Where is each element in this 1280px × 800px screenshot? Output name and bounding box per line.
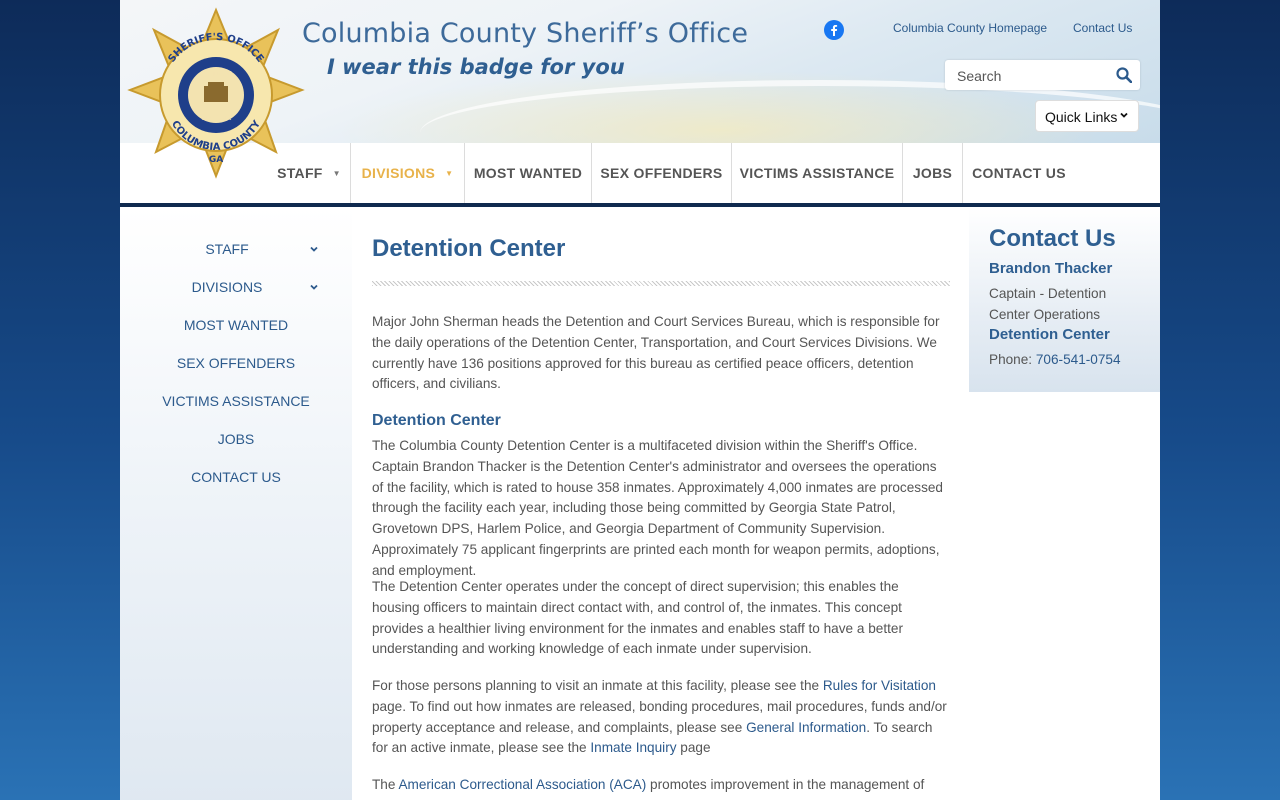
section-heading: Detention Center — [372, 412, 501, 429]
nav-item-most-wanted[interactable]: MOST WANTED — [465, 143, 592, 203]
chevron-down-icon — [1120, 112, 1128, 118]
sidebar-item-label: VICTIMS ASSISTANCE — [162, 393, 310, 409]
sidebar-item-sex-offenders[interactable]: SEX OFFENDERS — [120, 355, 352, 371]
sheriff-badge-logo[interactable]: SHERIFF'S OFFICE COLUMBIA COUNTY STATE O… — [126, 6, 306, 186]
nav-label: SEX OFFENDERS — [600, 165, 723, 181]
visitation-paragraph: For those persons planning to visit an i… — [372, 678, 947, 756]
detention-paragraph-2: The Detention Center operates under the … — [372, 579, 903, 657]
sidebar-item-label: CONTACT US — [191, 469, 281, 485]
county-homepage-link[interactable]: Columbia County Homepage — [893, 21, 1047, 35]
chevron-down-icon[interactable] — [309, 244, 319, 254]
nav-label: CONTACT US — [972, 165, 1066, 181]
contact-phone: Phone: 706-541-0754 — [989, 352, 1121, 367]
sidebar-item-label: STAFF — [205, 241, 249, 257]
sidebar-item-label: DIVISIONS — [191, 279, 263, 295]
sidebar-item-victims-assistance[interactable]: VICTIMS ASSISTANCE — [120, 393, 352, 409]
page: Columbia County Sheriff’s Office I wear … — [120, 0, 1160, 800]
detention-paragraph-1: The Columbia County Detention Center is … — [372, 438, 943, 578]
chevron-down-icon[interactable] — [309, 282, 319, 292]
contact-panel: Contact Us Brandon Thacker Captain - Det… — [969, 207, 1160, 392]
contact-us-top-link[interactable]: Contact Us — [1073, 21, 1132, 35]
aca-link[interactable]: American Correctional Association (ACA) — [398, 777, 646, 792]
inmate-inquiry-link[interactable]: Inmate Inquiry — [590, 740, 676, 755]
sidebar-item-contact-us[interactable]: CONTACT US — [120, 469, 352, 485]
page-title: Detention Center — [372, 235, 566, 262]
sidebar-item-label: JOBS — [217, 431, 255, 447]
title-divider — [372, 281, 950, 286]
rules-for-visitation-link[interactable]: Rules for Visitation — [823, 678, 936, 693]
nav-item-contact-us[interactable]: CONTACT US — [963, 143, 1075, 203]
badge-state-ring-text: STATE OF — [200, 71, 231, 78]
contact-unit: Detention Center — [989, 326, 1110, 343]
nav-label: MOST WANTED — [473, 165, 583, 181]
sidebar-item-jobs[interactable]: JOBS — [120, 431, 352, 447]
search-input[interactable] — [955, 67, 1109, 85]
search-box — [945, 60, 1140, 90]
nav-item-sex-offenders[interactable]: SEX OFFENDERS — [592, 143, 732, 203]
sidebar-item-most-wanted[interactable]: MOST WANTED — [120, 317, 352, 333]
sidebar: STAFF DIVISIONS MOST WANTED SEX OFFENDER… — [120, 207, 352, 800]
aca-paragraph: The American Correctional Association (A… — [372, 777, 925, 800]
contact-heading: Contact Us — [989, 225, 1116, 252]
badge-state-text: GEORGIA — [201, 115, 232, 122]
sidebar-item-label: SEX OFFENDERS — [176, 355, 296, 371]
dropdown-caret-icon: ▼ — [445, 169, 454, 178]
contact-role: Captain - Detention Center Operations — [989, 286, 1107, 322]
sidebar-item-label: MOST WANTED — [183, 317, 289, 333]
nav-item-divisions[interactable]: DIVISIONS ▼ — [351, 143, 465, 203]
phone-link[interactable]: 706-541-0754 — [1036, 352, 1121, 367]
contact-name: Brandon Thacker — [989, 260, 1113, 277]
site-title: Columbia County Sheriff’s Office — [302, 18, 749, 49]
nav-item-victims-assistance[interactable]: VICTIMS ASSISTANCE — [732, 143, 903, 203]
quick-links-label: Quick Links — [1045, 109, 1118, 125]
nav-label: VICTIMS ASSISTANCE — [739, 165, 895, 181]
facebook-icon[interactable] — [824, 20, 844, 40]
nav-label: JOBS — [912, 165, 953, 181]
nav-item-jobs[interactable]: JOBS — [903, 143, 963, 203]
badge-abbrev-text: GA — [209, 155, 223, 165]
general-information-link[interactable]: General Information — [746, 720, 866, 735]
intro-paragraph: Major John Sherman heads the Detention a… — [372, 314, 940, 392]
quick-links-select[interactable]: Quick Links — [1035, 100, 1139, 132]
search-icon[interactable] — [1116, 67, 1132, 83]
site-tagline: I wear this badge for you — [327, 55, 625, 79]
dropdown-caret-icon: ▼ — [332, 169, 341, 178]
nav-label: DIVISIONS — [361, 165, 436, 181]
